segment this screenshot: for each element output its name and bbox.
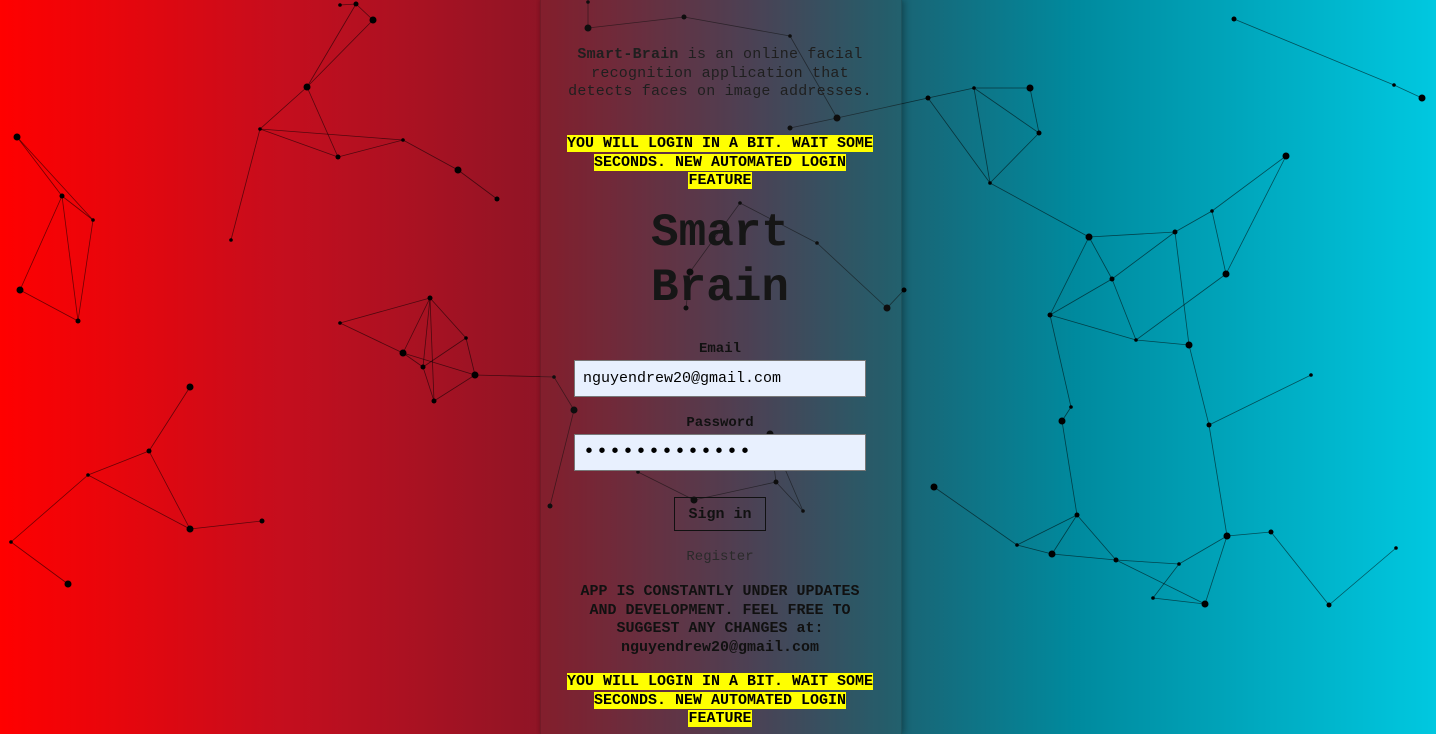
- app-name: Smart-Brain: [577, 46, 679, 63]
- password-field[interactable]: [574, 434, 866, 471]
- sign-in-button[interactable]: Sign in: [674, 497, 766, 531]
- email-label: Email: [698, 341, 741, 357]
- login-notice-bottom: YOU WILL LOGIN IN A BIT. WAIT SOME SECON…: [565, 673, 875, 729]
- email-field[interactable]: [574, 360, 866, 397]
- login-notice-bottom-text: YOU WILL LOGIN IN A BIT. WAIT SOME SECON…: [566, 673, 874, 727]
- login-notice-top: YOU WILL LOGIN IN A BIT. WAIT SOME SECON…: [565, 135, 875, 191]
- login-notice-top-text: YOU WILL LOGIN IN A BIT. WAIT SOME SECON…: [566, 135, 874, 189]
- updates-message: APP IS CONSTANTLY UNDER UPDATES AND DEVE…: [580, 583, 860, 656]
- password-label: Password: [686, 415, 754, 431]
- app-intro: Smart-Brain is an online facial recognit…: [565, 46, 875, 102]
- page-title: Smart Brain: [650, 207, 790, 314]
- register-link[interactable]: Register: [640, 549, 800, 565]
